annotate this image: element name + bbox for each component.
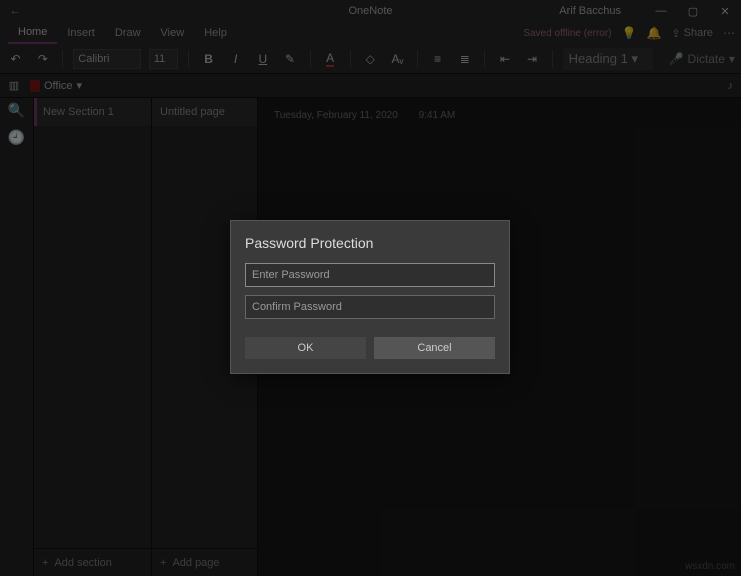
dialog-title: Password Protection [245, 235, 495, 251]
separator [310, 50, 311, 68]
add-section-label: Add section [54, 557, 111, 569]
chevron-down-icon: ▾ [729, 52, 735, 66]
separator [188, 50, 189, 68]
separator [350, 50, 351, 68]
dialog-button-row: OK Cancel [245, 337, 495, 359]
search-rail-icon[interactable]: 🔍 [8, 102, 25, 119]
tab-view[interactable]: View [151, 23, 195, 43]
indent-button[interactable]: ⇥ [522, 49, 541, 69]
undo-button[interactable]: ↶ [6, 49, 25, 69]
font-size-select[interactable]: 11 [149, 49, 178, 69]
note-date-line: Tuesday, February 11, 2020 9:41 AM [274, 110, 725, 121]
bold-button[interactable]: B [199, 49, 218, 69]
password-protection-dialog: Password Protection OK Cancel [230, 220, 510, 374]
numbering-button[interactable]: ≣ [455, 49, 474, 69]
notebook-picker[interactable]: Office ▾ [30, 79, 82, 92]
format-painter-button[interactable]: Aᵥ [388, 49, 407, 69]
bullets-button[interactable]: ≡ [428, 49, 447, 69]
separator [484, 50, 485, 68]
font-name-select[interactable]: Calibri [73, 49, 141, 69]
italic-button[interactable]: I [226, 49, 245, 69]
dictate-label: Dictate [688, 52, 725, 66]
search-icon[interactable]: ♪ [728, 80, 734, 92]
section-item[interactable]: New Section 1 [34, 98, 151, 126]
back-button[interactable]: ← [0, 5, 30, 17]
close-button[interactable]: ✕ [709, 0, 741, 22]
window-controls: — ▢ ✕ [645, 0, 741, 22]
clear-format-button[interactable]: ◇ [361, 49, 380, 69]
redo-button[interactable]: ↷ [33, 49, 52, 69]
tabs-right-group: Saved offline (error) 💡 🔔 ⇪ Share ⋯ [523, 26, 735, 40]
tab-help[interactable]: Help [194, 23, 237, 43]
cancel-button[interactable]: Cancel [374, 337, 495, 359]
left-rail: 🔍 🕘 [0, 98, 34, 576]
sync-status: Saved offline (error) [523, 28, 611, 39]
outdent-button[interactable]: ⇤ [495, 49, 514, 69]
chevron-down-icon: ▾ [632, 51, 639, 67]
dictate-button[interactable]: 🎤 Dictate ▾ [669, 52, 735, 66]
nav-toggle-icon[interactable]: ▥ [6, 78, 22, 94]
add-section-button[interactable]: + Add section [34, 548, 151, 576]
chevron-down-icon: ▾ [77, 79, 83, 92]
notebook-color-badge [30, 80, 40, 92]
ok-button[interactable]: OK [245, 337, 366, 359]
note-date: Tuesday, February 11, 2020 [274, 110, 398, 121]
ribbon-toolbar: ↶ ↷ Calibri 11 B I U ✎ A ◇ Aᵥ ≡ ≣ ⇤ ⇥ He… [0, 44, 741, 74]
microphone-icon: 🎤 [669, 52, 684, 66]
notebook-bar: ▥ Office ▾ ♪ [0, 74, 741, 98]
sections-column: New Section 1 + Add section [34, 98, 152, 576]
recent-rail-icon[interactable]: 🕘 [8, 129, 25, 146]
separator [62, 50, 63, 68]
notebook-name: Office [44, 80, 73, 92]
tab-insert[interactable]: Insert [57, 23, 105, 43]
style-select[interactable]: Heading 1 ▾ [563, 48, 653, 70]
share-label: Share [684, 27, 713, 39]
add-page-button[interactable]: + Add page [152, 548, 257, 576]
lightbulb-icon[interactable]: 💡 [622, 26, 637, 40]
app-window: ← OneNote Arif Bacchus — ▢ ✕ Home Insert… [0, 0, 741, 576]
share-icon: ⇪ [671, 27, 680, 40]
note-time: 9:41 AM [419, 110, 456, 121]
title-bar: ← OneNote Arif Bacchus — ▢ ✕ [0, 0, 741, 22]
plus-icon: + [42, 557, 48, 569]
underline-button[interactable]: U [253, 49, 272, 69]
minimize-button[interactable]: — [645, 0, 677, 22]
enter-password-input[interactable] [245, 263, 495, 287]
tab-home[interactable]: Home [8, 22, 57, 44]
ribbon-tabs: Home Insert Draw View Help Saved offline… [0, 22, 741, 44]
bell-icon[interactable]: 🔔 [646, 26, 661, 40]
page-item[interactable]: Untitled page [152, 98, 257, 126]
plus-icon: + [160, 557, 166, 569]
user-name[interactable]: Arif Bacchus [559, 5, 621, 17]
watermark: wsxdn.com [685, 561, 735, 572]
maximize-button[interactable]: ▢ [677, 0, 709, 22]
more-icon[interactable]: ⋯ [723, 26, 735, 40]
separator [417, 50, 418, 68]
share-button[interactable]: ⇪ Share [671, 27, 713, 40]
separator [552, 50, 553, 68]
add-page-label: Add page [172, 557, 219, 569]
tab-draw[interactable]: Draw [105, 23, 151, 43]
highlight-button[interactable]: ✎ [280, 49, 299, 69]
app-title: OneNote [348, 5, 392, 17]
confirm-password-input[interactable] [245, 295, 495, 319]
font-color-button[interactable]: A [321, 49, 340, 69]
